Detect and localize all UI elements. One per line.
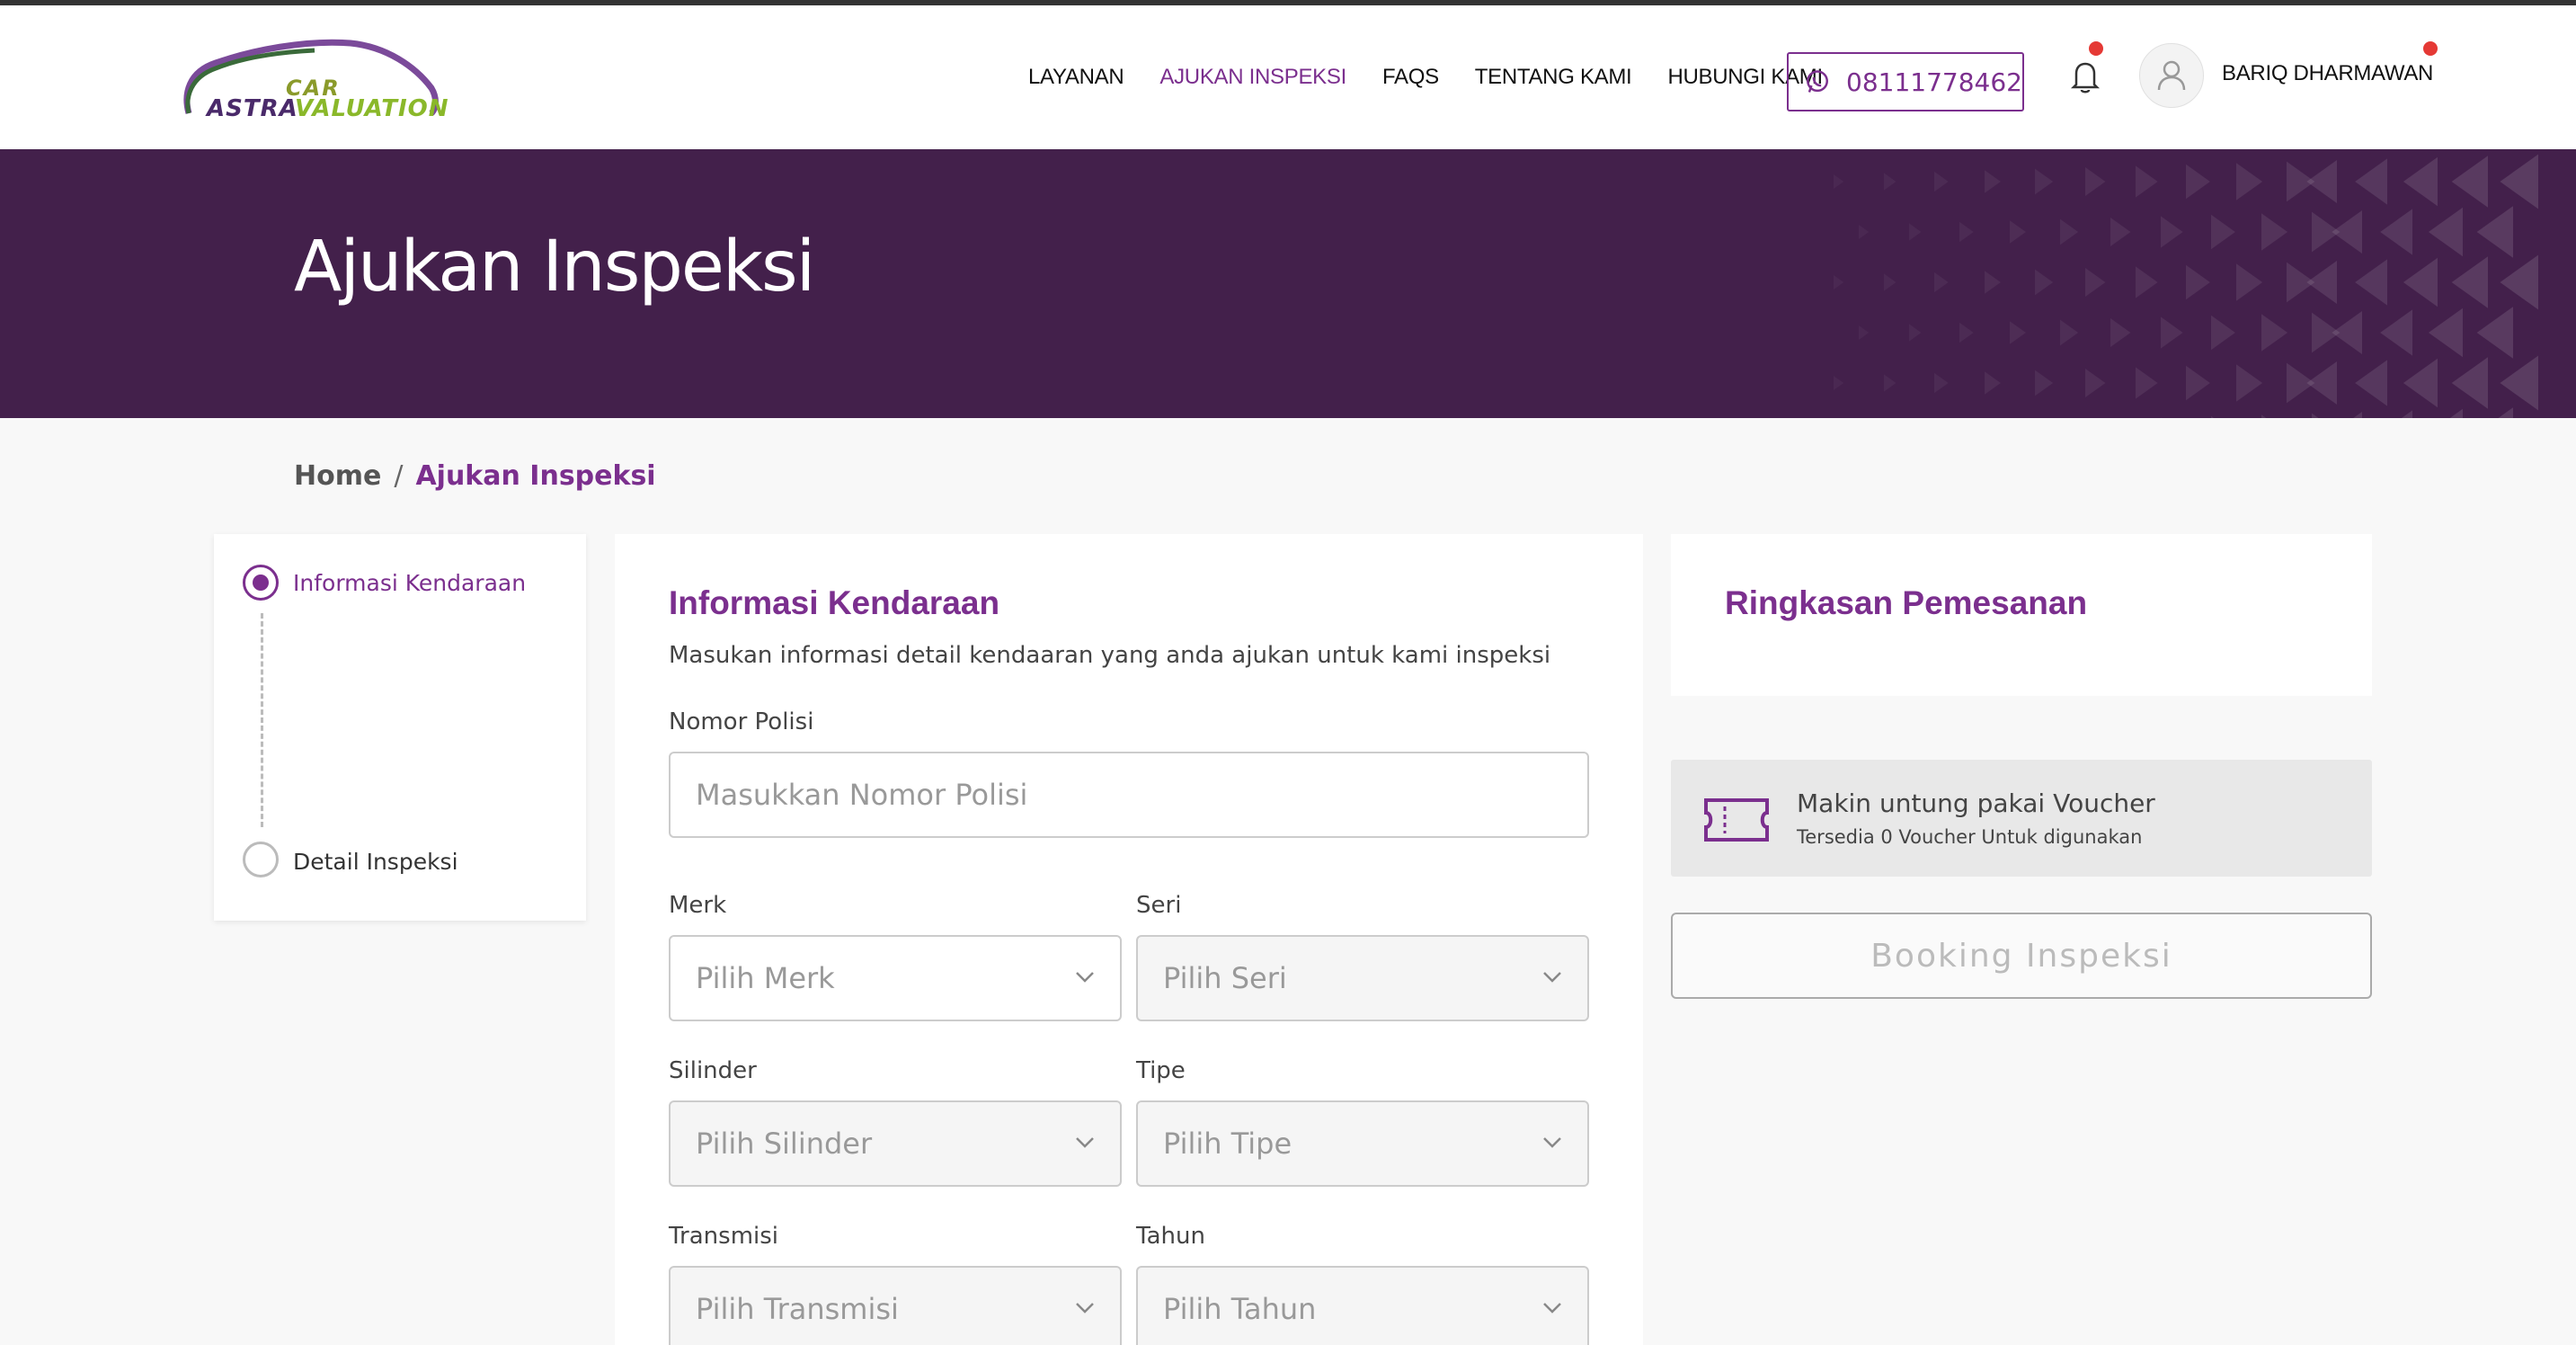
form-title: Informasi Kendaraan	[669, 584, 1000, 621]
nomor-polisi-input[interactable]: Masukkan Nomor Polisi	[669, 752, 1589, 838]
silinder-select[interactable]: Pilih Silinder	[669, 1100, 1122, 1187]
voucher-banner[interactable]: Makin untung pakai Voucher Tersedia 0 Vo…	[1671, 760, 2372, 877]
step-label-informasi[interactable]: Informasi Kendaraan	[293, 570, 526, 596]
whatsapp-button[interactable]: 08111778462	[1787, 52, 2024, 111]
logo-text-astra: ASTRA	[207, 95, 298, 122]
breadcrumb-home[interactable]: Home	[294, 460, 381, 492]
step-connector	[261, 613, 263, 827]
silinder-placeholder: Pilih Silinder	[696, 1127, 873, 1161]
transmisi-select[interactable]: Pilih Transmisi	[669, 1266, 1122, 1345]
voucher-subtitle: Tersedia 0 Voucher Untuk digunakan	[1797, 826, 2143, 848]
tahun-placeholder: Pilih Tahun	[1163, 1292, 1317, 1326]
transmisi-label: Transmisi	[669, 1223, 779, 1250]
logo-text-valuation: VALUATION	[295, 95, 449, 122]
voucher-title: Makin untung pakai Voucher	[1797, 788, 2155, 818]
merk-placeholder: Pilih Merk	[696, 961, 835, 995]
nav-ajukan-inspeksi[interactable]: AJUKAN INSPEKSI	[1159, 65, 1346, 90]
step-radio-informasi[interactable]	[243, 565, 279, 601]
user-badge	[2423, 41, 2438, 56]
tipe-select[interactable]: Pilih Tipe	[1136, 1100, 1589, 1187]
whatsapp-number: 08111778462	[1846, 67, 2022, 97]
chevron-down-icon	[1076, 972, 1094, 983]
summary-title: Ringkasan Pemesanan	[1725, 584, 2088, 621]
breadcrumb-separator: /	[394, 460, 404, 492]
seri-label: Seri	[1136, 892, 1182, 919]
nav-faqs[interactable]: FAQS	[1382, 65, 1439, 90]
order-summary: Ringkasan Pemesanan	[1671, 534, 2372, 696]
user-icon	[2157, 60, 2186, 91]
breadcrumb: Home / Ajukan Inspeksi	[294, 460, 656, 492]
notification-badge	[2089, 41, 2103, 56]
vehicle-form: Informasi Kendaraan Masukan informasi de…	[615, 534, 1643, 1345]
nav-tentang-kami[interactable]: TENTANG KAMI	[1475, 65, 1632, 90]
page-banner: Ajukan Inspeksi	[0, 149, 2576, 418]
notification-bell[interactable]	[2069, 59, 2101, 95]
nomor-polisi-label: Nomor Polisi	[669, 708, 814, 735]
chevron-down-icon	[1076, 1303, 1094, 1314]
seri-select[interactable]: Pilih Seri	[1136, 935, 1589, 1021]
seri-placeholder: Pilih Seri	[1163, 961, 1287, 995]
tahun-select[interactable]: Pilih Tahun	[1136, 1266, 1589, 1345]
merk-select[interactable]: Pilih Merk	[669, 935, 1122, 1021]
page-title: Ajukan Inspeksi	[294, 227, 815, 307]
main-nav: LAYANAN AJUKAN INSPEKSI FAQS TENTANG KAM…	[1028, 65, 1859, 90]
step-indicator: Informasi Kendaraan Detail Inspeksi	[214, 534, 586, 921]
transmisi-placeholder: Pilih Transmisi	[696, 1292, 899, 1326]
whatsapp-icon	[1807, 70, 1828, 93]
step-label-detail[interactable]: Detail Inspeksi	[293, 849, 458, 875]
tipe-placeholder: Pilih Tipe	[1163, 1127, 1292, 1161]
bell-icon	[2070, 62, 2101, 94]
merk-label: Merk	[669, 892, 727, 919]
nav-layanan[interactable]: LAYANAN	[1028, 65, 1124, 90]
breadcrumb-current: Ajukan Inspeksi	[415, 460, 656, 492]
tahun-label: Tahun	[1136, 1223, 1205, 1250]
booking-inspeksi-button[interactable]: Booking Inspeksi	[1671, 913, 2372, 999]
chevron-down-icon	[1076, 1137, 1094, 1148]
nomor-polisi-placeholder: Masukkan Nomor Polisi	[696, 778, 1028, 812]
form-description: Masukan informasi detail kendaaran yang …	[669, 642, 1551, 669]
astra-car-valuation-logo[interactable]: CAR ASTRA VALUATION	[180, 31, 448, 124]
chevron-down-icon	[1543, 1137, 1561, 1148]
step-radio-detail[interactable]	[243, 842, 279, 877]
user-name[interactable]: BARIQ DHARMAWAN	[2222, 61, 2433, 86]
chevron-down-icon	[1543, 1303, 1561, 1314]
chevron-down-icon	[1543, 972, 1561, 983]
tipe-label: Tipe	[1136, 1057, 1186, 1084]
avatar[interactable]	[2139, 43, 2204, 108]
silinder-label: Silinder	[669, 1057, 757, 1084]
site-header: CAR ASTRA VALUATION LAYANAN AJUKAN INSPE…	[0, 5, 2576, 149]
ticket-icon	[1704, 798, 1769, 842]
